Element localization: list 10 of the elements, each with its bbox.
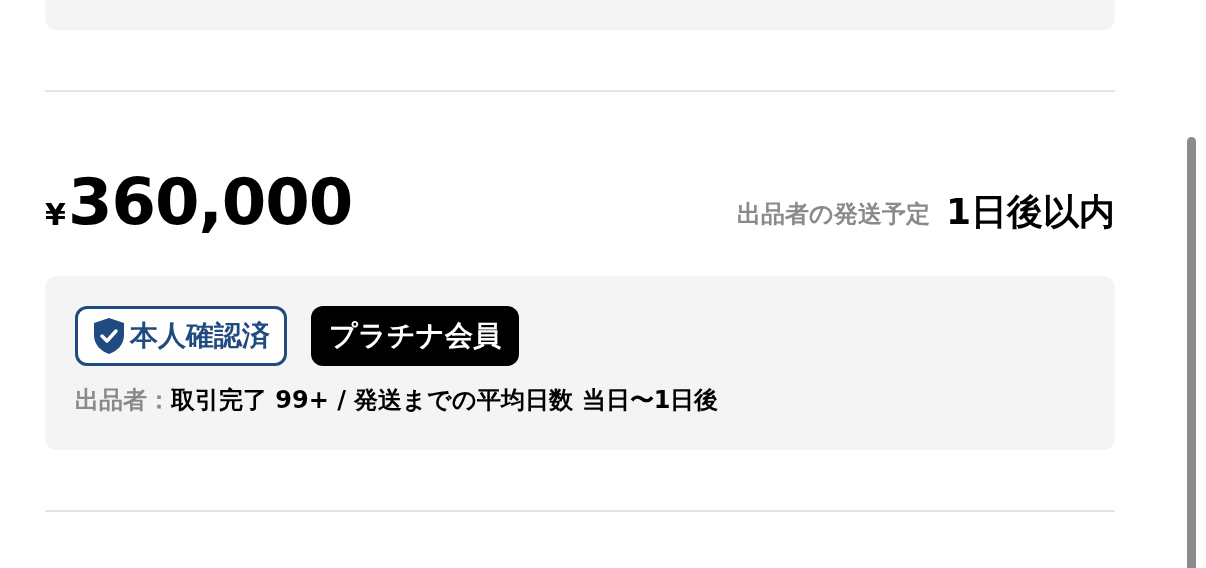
shield-check-icon: [92, 317, 126, 355]
seller-summary: 取引完了 99+ / 発送までの平均日数 当日〜1日後: [171, 388, 719, 412]
membership-badge: プラチナ会員: [311, 306, 519, 366]
shipping-value: 1日後以内: [945, 194, 1115, 230]
scrollbar[interactable]: [1187, 137, 1196, 568]
verified-label: 本人確認済: [130, 322, 270, 350]
currency-symbol: ¥: [45, 200, 66, 230]
price: 360,000: [67, 170, 353, 234]
shipping-label: 出品者の発送予定: [736, 202, 930, 226]
seller-label: 出品者：: [75, 388, 171, 412]
